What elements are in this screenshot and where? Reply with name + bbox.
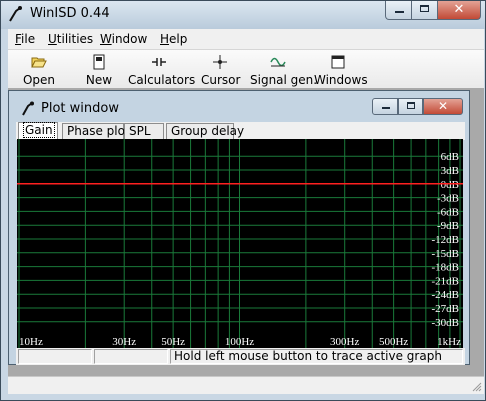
- menu-window[interactable]: Window: [100, 32, 147, 46]
- minimize-icon: [395, 11, 404, 13]
- folder-open-icon: [31, 57, 47, 68]
- status-pane-2: [94, 349, 168, 364]
- x-tick-label: 300Hz: [330, 336, 359, 348]
- new-document-icon: [93, 54, 105, 70]
- plot-window: Plot window ✕ Gain Phase plot SPL Group …: [8, 90, 470, 365]
- signal-wave-icon: [270, 57, 286, 67]
- x-tick-label: 10Hz: [19, 336, 43, 348]
- windows-button[interactable]: Windows: [314, 52, 368, 87]
- tab-phase-plot[interactable]: Phase plot: [62, 123, 130, 139]
- x-tick-label: 500Hz: [379, 336, 408, 348]
- maximize-button[interactable]: [411, 1, 438, 20]
- toolbar: Open New Calculators Cursor Signal gen. …: [8, 49, 484, 89]
- app-icon: [9, 6, 22, 22]
- gain-plot[interactable]: 6dB 3dB 0dB -3dB -6dB -9dB -12dB -15dB -18dB -21d…: [17, 139, 463, 348]
- plot-minimize-button[interactable]: [372, 98, 398, 115]
- y-tick-label: 3dB: [441, 165, 459, 177]
- y-tick-label: -3dB: [437, 193, 459, 205]
- calculator-icon: [152, 58, 166, 66]
- y-tick-label: -30dB: [432, 317, 460, 329]
- tab-spl[interactable]: SPL: [124, 123, 164, 139]
- y-tick-label: -12dB: [432, 234, 460, 246]
- tab-group-delay[interactable]: Group delay: [166, 123, 244, 139]
- menu-utilities[interactable]: Utilities: [48, 32, 93, 46]
- maximize-icon: [407, 102, 415, 109]
- x-tick-label: 100Hz: [225, 336, 254, 348]
- y-tick-label: 0dB: [441, 179, 459, 191]
- maximize-icon: [420, 5, 429, 12]
- x-tick-label: 50Hz: [161, 336, 185, 348]
- mdi-client-area: Plot window ✕ Gain Phase plot SPL Group …: [8, 88, 484, 376]
- y-tick-label: -6dB: [437, 206, 459, 218]
- plot-close-button[interactable]: ✕: [423, 98, 463, 115]
- plot-tabs: Gain Phase plot SPL Group delay: [16, 122, 465, 140]
- gain-chart[interactable]: 6dB 3dB 0dB -3dB-6dB -9dB -12dB -15dB -18dB-21d…: [17, 139, 463, 348]
- plot-maximize-button[interactable]: [398, 98, 423, 115]
- window-title: WinISD 0.44: [30, 6, 110, 21]
- x-tick-label: 30Hz: [112, 336, 136, 348]
- tab-gain[interactable]: Gain: [18, 122, 58, 140]
- plot-status-bar: Hold left mouse button to trace active g…: [16, 348, 465, 365]
- signal-gen-button[interactable]: Signal gen.: [250, 52, 317, 87]
- menu-help[interactable]: Help: [160, 32, 187, 46]
- plot-window-icon: [22, 101, 34, 116]
- close-button[interactable]: ✕: [437, 1, 481, 20]
- main-window: WinISD 0.44 ✕ File Utilities Window Help…: [0, 0, 486, 401]
- cursor-button[interactable]: Cursor: [201, 52, 240, 87]
- open-button[interactable]: Open: [20, 52, 58, 87]
- menu-file[interactable]: File: [15, 32, 35, 46]
- calculators-button[interactable]: Calculators: [128, 52, 195, 87]
- y-tick-label: -15dB: [432, 248, 460, 260]
- minimize-button[interactable]: [385, 1, 412, 20]
- minimize-icon: [382, 107, 390, 109]
- y-tick-label: -27dB: [432, 303, 460, 315]
- menu-bar: File Utilities Window Help: [8, 29, 484, 49]
- y-tick-label: -9dB: [437, 220, 459, 232]
- close-icon: ✕: [437, 99, 449, 113]
- resize-grip-icon[interactable]: [472, 382, 482, 392]
- crosshair-icon: [213, 55, 227, 69]
- x-tick-label: 1kHz: [437, 336, 461, 348]
- window-icon: [331, 55, 345, 69]
- y-tick-label: -21dB: [432, 275, 460, 287]
- y-tick-label: 6dB: [441, 151, 459, 163]
- app-status-bar: [8, 376, 484, 394]
- status-hint: Hold left mouse button to trace active g…: [170, 349, 463, 364]
- plot-window-title: Plot window: [41, 101, 119, 116]
- close-icon: ✕: [453, 2, 465, 17]
- title-bar[interactable]: WinISD 0.44 ✕: [1, 1, 485, 29]
- y-tick-label: -18dB: [432, 262, 460, 274]
- new-button[interactable]: New: [82, 52, 116, 87]
- status-pane-1: [18, 349, 92, 364]
- y-tick-label: -24dB: [432, 289, 460, 301]
